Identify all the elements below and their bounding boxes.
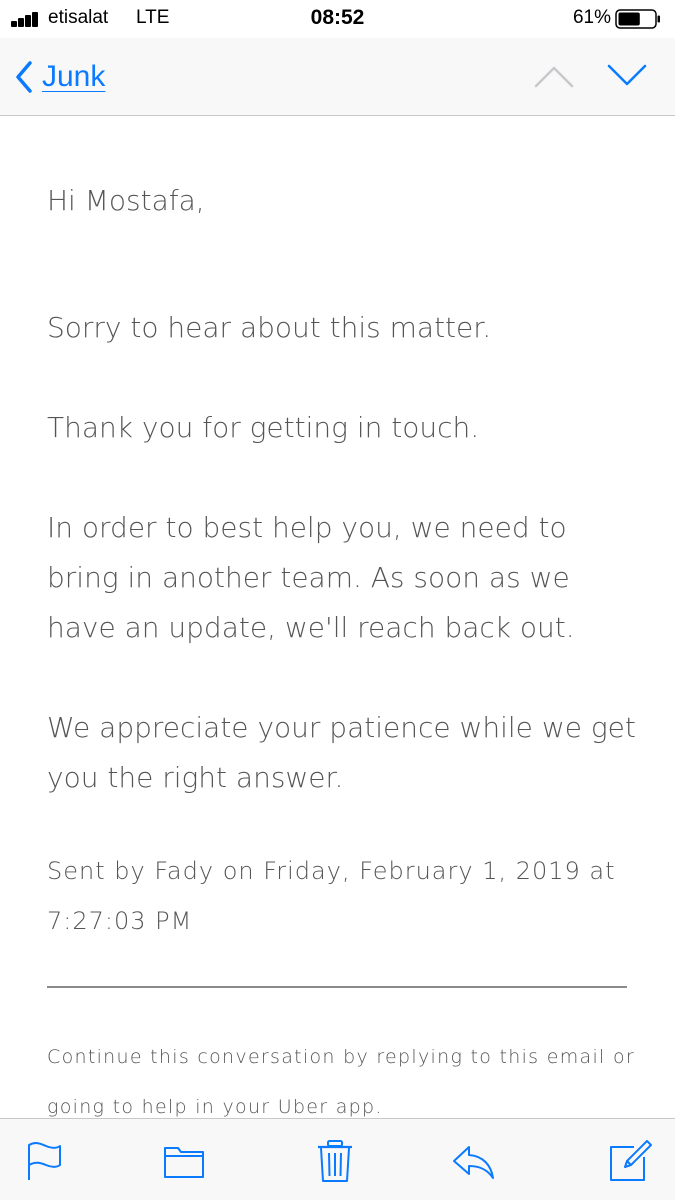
email-paragraph: Thank you for getting in touch. — [47, 411, 480, 444]
chevron-left-icon — [16, 61, 32, 93]
email-paragraph: In order to best help you, we need to br… — [47, 511, 575, 644]
compose-icon[interactable] — [608, 1139, 652, 1183]
reply-icon[interactable] — [451, 1139, 495, 1183]
battery-percent: 61% — [572, 7, 611, 28]
sent-by-line: Sent by Fady on Friday, February 1, 2019… — [47, 857, 616, 935]
navigation-bar: Junk — [0, 38, 675, 116]
trash-icon[interactable] — [313, 1139, 357, 1183]
divider — [47, 986, 627, 988]
email-greeting: Hi Mostafa, — [47, 184, 205, 217]
footer-note: Continue this conversation by replying t… — [47, 1046, 635, 1118]
flag-icon[interactable] — [22, 1139, 66, 1183]
email-paragraph: Sorry to hear about this matter. — [47, 311, 492, 344]
status-bar: etisalat LTE 08:52 61% — [0, 0, 675, 38]
previous-message-chevron-up-icon[interactable] — [534, 60, 574, 90]
email-paragraph: We appreciate your patience while we get… — [47, 711, 636, 794]
bottom-toolbar — [0, 1118, 675, 1200]
folder-icon[interactable] — [162, 1139, 206, 1183]
battery-icon — [615, 9, 660, 29]
back-label: Junk — [42, 60, 106, 93]
back-button[interactable]: Junk — [14, 56, 105, 98]
next-message-chevron-down-icon[interactable] — [607, 60, 647, 90]
